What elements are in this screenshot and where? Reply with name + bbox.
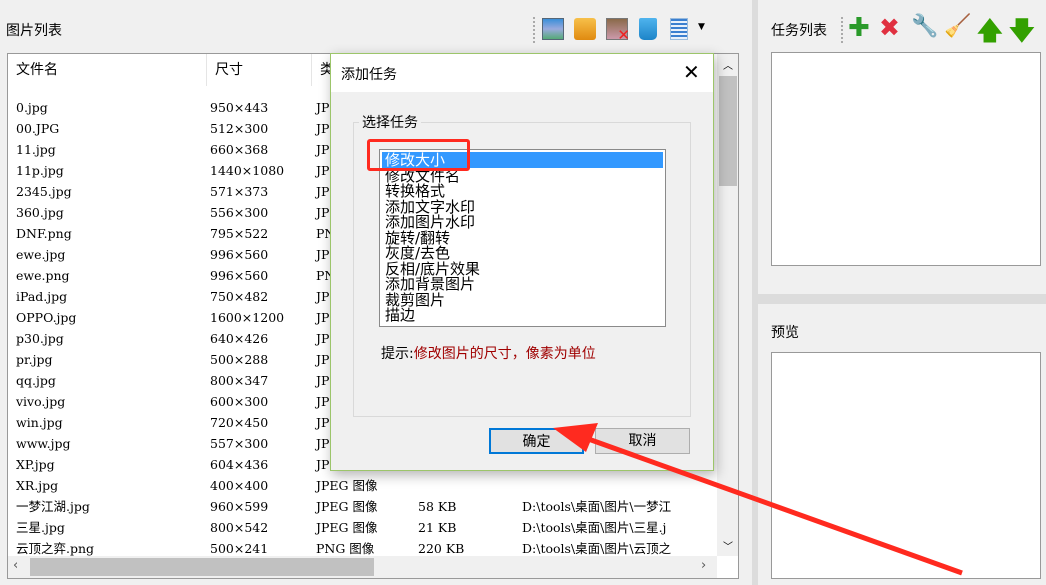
annotation-arrow-head [553,423,598,452]
annotation-arrow-shaft [579,433,963,576]
annotation-arrow [553,423,963,576]
